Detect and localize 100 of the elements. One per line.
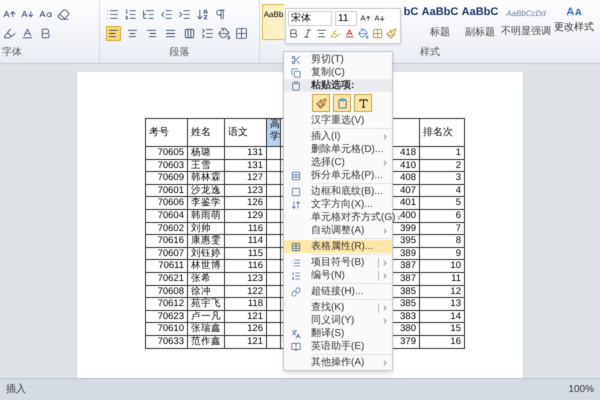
table-cell: 10 <box>420 260 464 272</box>
style-gallery-item[interactable]: AaBbCcDd 不明显强调 <box>500 4 552 39</box>
italic-icon[interactable] <box>302 28 313 39</box>
change-styles-button[interactable]: 更改样式 <box>554 4 594 35</box>
sort-icon[interactable] <box>196 8 209 21</box>
bold-icon[interactable] <box>288 28 299 39</box>
table-cell: 127 <box>224 172 266 184</box>
shading-icon[interactable] <box>218 27 231 40</box>
table-icon[interactable] <box>291 242 301 252</box>
font-color-icon[interactable] <box>21 27 34 40</box>
menu-item[interactable]: 复制(C) <box>284 66 392 79</box>
menu-item[interactable]: 表格属性(R)... <box>284 240 392 253</box>
style-gallery-item[interactable]: AaBb <box>262 4 284 40</box>
menu-item[interactable]: 英语助手(E) <box>284 340 392 353</box>
line-spacing-icon[interactable] <box>201 27 214 40</box>
table-header-cell: 考号 <box>146 118 188 146</box>
paste-merge-button[interactable] <box>333 94 351 112</box>
shading-icon[interactable] <box>358 28 369 39</box>
font-color-icon[interactable] <box>344 28 355 39</box>
translate-icon[interactable] <box>291 328 301 338</box>
multilevel-list-icon[interactable] <box>142 8 155 21</box>
table-cell: 韩林霖 <box>188 172 224 184</box>
bullet-list-icon[interactable] <box>291 258 301 268</box>
table-cell: 15 <box>420 322 464 336</box>
table-cell: 8 <box>420 234 464 248</box>
bold-icon[interactable] <box>39 27 52 40</box>
numbered-list-icon[interactable] <box>291 270 301 280</box>
table-cell: 70606 <box>146 196 188 210</box>
table-cell: 115 <box>224 247 266 260</box>
text-direction-icon[interactable] <box>291 200 301 210</box>
split-cells-icon[interactable] <box>291 170 301 180</box>
table-cell: 3 <box>420 172 464 184</box>
menu-item[interactable]: 查找(K) <box>284 301 392 314</box>
style-gallery-item[interactable]: bC <box>402 4 420 20</box>
zoom-level[interactable]: 100% <box>568 382 594 397</box>
paste-text-only-button[interactable] <box>354 94 372 112</box>
menu-item[interactable]: 项目符号(B) <box>284 256 392 269</box>
table-cell: 9 <box>420 247 464 260</box>
style-gallery-item[interactable]: AaBbC 标题 <box>420 4 460 40</box>
menu-item[interactable]: 汉字重选(V) <box>284 114 392 127</box>
border-icon[interactable] <box>291 186 301 196</box>
table-cell: 16 <box>420 335 464 348</box>
text-icon <box>358 98 368 108</box>
table-cell: 4 <box>420 184 464 197</box>
table-cell: 7 <box>420 222 464 235</box>
menu-item[interactable]: 粘贴选项: <box>284 79 392 92</box>
table-cell: 116 <box>224 222 266 235</box>
menu-item[interactable]: 拆分单元格(P)... <box>284 169 392 182</box>
table-cell: 卢一凡 <box>188 310 224 323</box>
font-size-field[interactable]: 11 <box>335 11 357 26</box>
menu-item[interactable]: 删除单元格(D)... <box>284 143 392 156</box>
menu-item[interactable]: 编号(N) <box>284 269 392 282</box>
table-cell: 5 <box>420 196 464 210</box>
borders-icon[interactable] <box>372 28 383 39</box>
table-cell: 70607 <box>146 247 188 260</box>
clear-format-icon[interactable] <box>57 8 70 21</box>
menu-item[interactable]: 翻译(S) <box>284 327 392 340</box>
pilcrow-icon[interactable] <box>214 8 227 21</box>
table-cell: 70611 <box>146 260 188 272</box>
table-cell: 张瑞鑫 <box>188 322 224 336</box>
table-cell: 70616 <box>146 234 188 248</box>
table-cell: 70623 <box>146 310 188 323</box>
paintbrush-icon <box>316 98 326 108</box>
menu-item[interactable]: 其他操作(A) <box>284 356 392 369</box>
menu-item[interactable]: 选择(C) <box>284 156 392 169</box>
paste-keep-format-button[interactable] <box>312 94 330 112</box>
table-cell: 6 <box>420 209 464 222</box>
table-cell: 刘帅 <box>188 222 224 235</box>
clipboard-icon <box>336 98 348 108</box>
table-cell: 11 <box>420 272 464 286</box>
style-gallery-item[interactable]: AaBbC 副标题 <box>460 4 500 40</box>
table-cell: 刘钰婷 <box>188 247 224 260</box>
group-label: 段落 <box>170 46 190 60</box>
table-cell: 70605 <box>146 146 188 160</box>
book-icon[interactable] <box>291 342 301 352</box>
table-cell: 徐冲 <box>188 285 224 298</box>
table-cell: 70604 <box>146 209 188 222</box>
insert-mode-indicator[interactable]: 插入 <box>6 382 26 397</box>
decrease-indent-icon[interactable] <box>160 8 173 21</box>
increase-indent-icon[interactable] <box>178 8 191 21</box>
menu-item[interactable]: 同义词(Y) <box>284 314 392 327</box>
link-icon[interactable] <box>291 286 301 296</box>
format-painter-icon[interactable] <box>386 28 397 39</box>
borders-icon[interactable] <box>235 27 248 40</box>
copy-icon[interactable] <box>291 68 301 78</box>
scissors-icon[interactable] <box>291 54 301 64</box>
font-name-field[interactable]: 宋体 <box>288 11 332 26</box>
table-cell: 126 <box>224 322 266 336</box>
align-center-icon[interactable] <box>316 28 327 39</box>
align-button[interactable] <box>106 26 121 41</box>
table-cell: 116 <box>224 260 266 272</box>
align-button[interactable] <box>182 26 197 41</box>
table-header-cell: 高学 <box>266 118 280 146</box>
numbered-list-icon[interactable] <box>124 8 137 21</box>
highlight-icon[interactable] <box>3 27 16 40</box>
table-cell: 1 <box>420 146 464 160</box>
table-cell: 70601 <box>146 184 188 197</box>
clipboard-icon[interactable] <box>291 80 301 90</box>
table-cell: 123 <box>224 184 266 197</box>
menu-item[interactable]: 剪切(T) <box>284 53 392 66</box>
